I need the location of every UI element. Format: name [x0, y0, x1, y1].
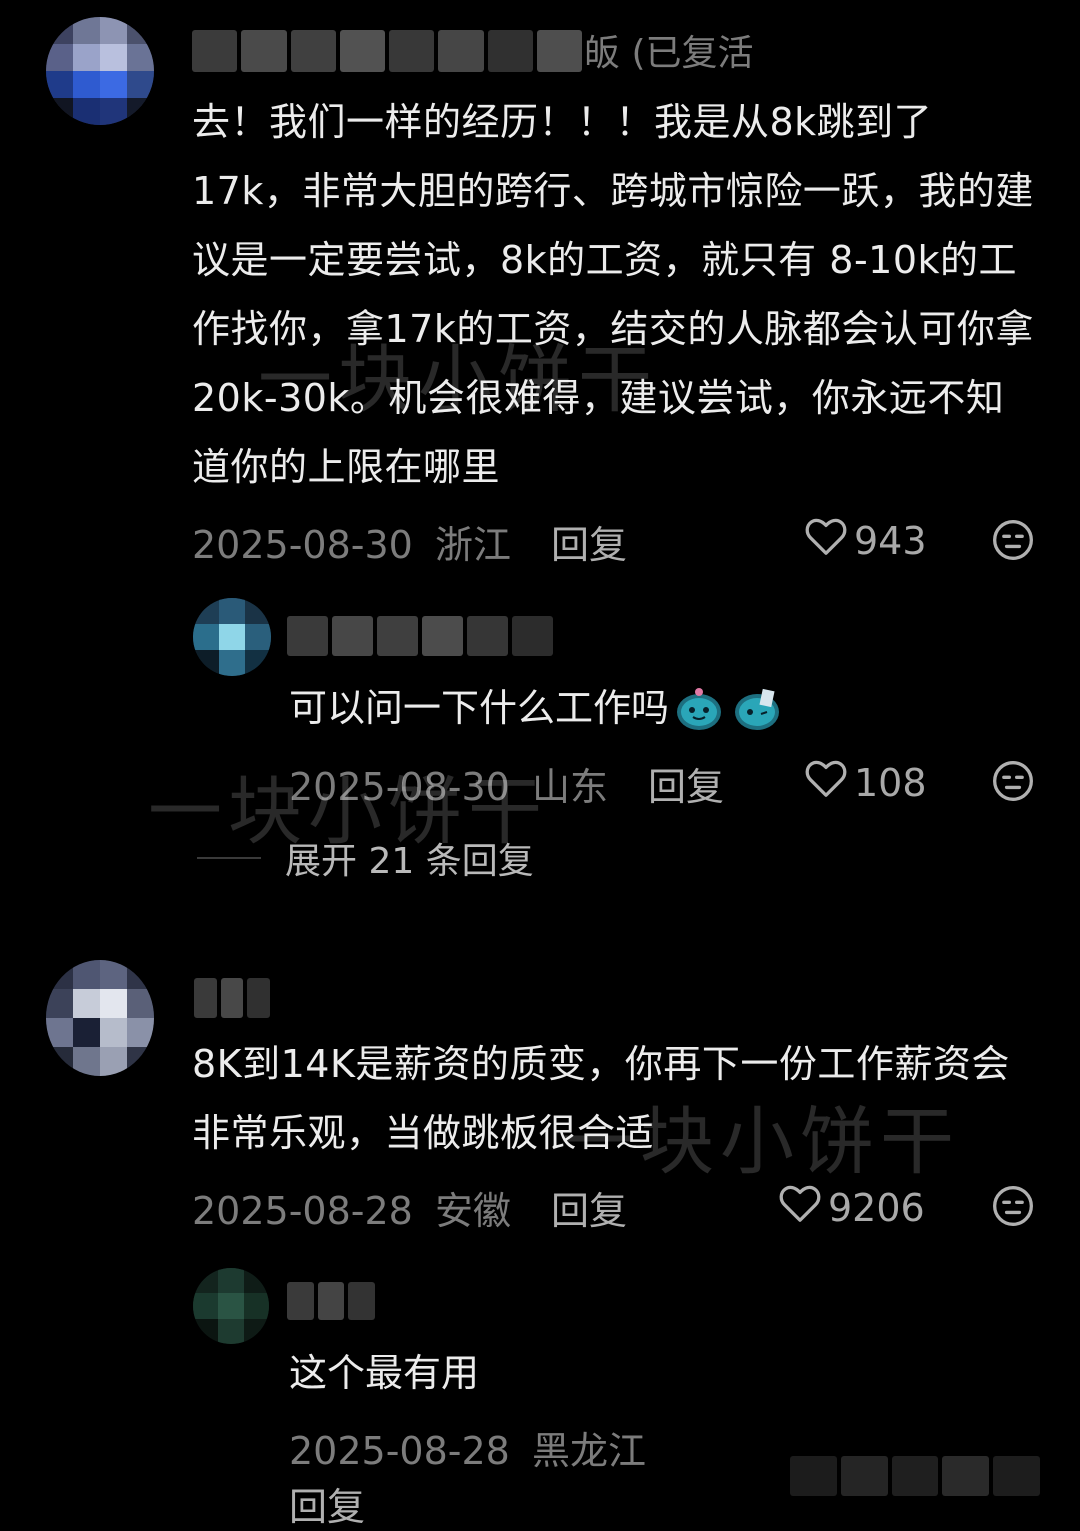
heart-icon [778, 1183, 822, 1232]
heart-icon [804, 758, 848, 807]
avatar[interactable] [193, 598, 271, 676]
reply-meta: 2025-08-30 山东 回复 [289, 756, 724, 811]
comment-meta: 2025-08-28 安徽 回复 [192, 1180, 627, 1235]
like-count: 943 [854, 518, 927, 563]
reply-button[interactable]: 回复 [551, 1189, 627, 1233]
reply-button[interactable]: 回复 [551, 523, 627, 567]
comment-region: 安徽 [434, 1189, 511, 1233]
reply-region: 山东 [531, 765, 608, 809]
username-tail: 皈 (已复活 [584, 33, 754, 74]
username-blurred[interactable] [192, 30, 582, 72]
dislike-face-icon[interactable] [991, 1184, 1035, 1232]
reply-region: 黑龙江 [531, 1429, 646, 1473]
blurred-content [790, 1456, 1040, 1496]
comment-text: 去！我们一样的经历！！！我是从8k跳到了17k，非常大胆的跨行、跨城市惊险一跃，… [192, 100, 1034, 489]
avatar[interactable] [193, 1268, 269, 1344]
reply-text-content: 可以问一下什么工作吗 [289, 686, 670, 730]
username-blurred[interactable] [287, 616, 553, 656]
sticker-emoji [673, 682, 783, 734]
comment-meta: 2025-08-30 浙江 回复 [192, 514, 627, 569]
avatar[interactable] [46, 17, 154, 125]
username-blurred[interactable] [287, 1282, 376, 1320]
like-button[interactable]: 108 [804, 758, 927, 807]
heart-icon [804, 516, 848, 565]
divider-line [197, 857, 261, 859]
expand-replies-button[interactable]: 展开 21 条回复 [197, 832, 534, 884]
like-count: 108 [854, 760, 927, 805]
reply-button[interactable]: 回复 [289, 1476, 365, 1531]
expand-replies-label: 展开 21 条回复 [285, 841, 534, 882]
comment-date: 2025-08-30 [192, 523, 413, 567]
like-button[interactable]: 9206 [778, 1183, 925, 1232]
username-blurred[interactable] [194, 978, 271, 1018]
reply-button[interactable]: 回复 [648, 765, 724, 809]
comment-text: 8K到14K是薪资的质变，你再下一份工作薪资会非常乐观，当做跳板很合适 [192, 1042, 1010, 1155]
reply-date: 2025-08-28 [289, 1429, 510, 1473]
dislike-face-icon[interactable] [991, 518, 1035, 566]
dislike-face-icon[interactable] [991, 759, 1035, 807]
reply-text: 这个最有用 [289, 1351, 480, 1395]
reply-date: 2025-08-30 [289, 765, 510, 809]
comment-date: 2025-08-28 [192, 1189, 413, 1233]
like-count: 9206 [828, 1185, 925, 1230]
comment-region: 浙江 [434, 523, 511, 567]
reply-meta: 2025-08-28 黑龙江 [289, 1420, 646, 1475]
avatar[interactable] [46, 960, 154, 1076]
reply-text: 可以问一下什么工作吗 [289, 682, 783, 734]
like-button[interactable]: 943 [804, 516, 927, 565]
